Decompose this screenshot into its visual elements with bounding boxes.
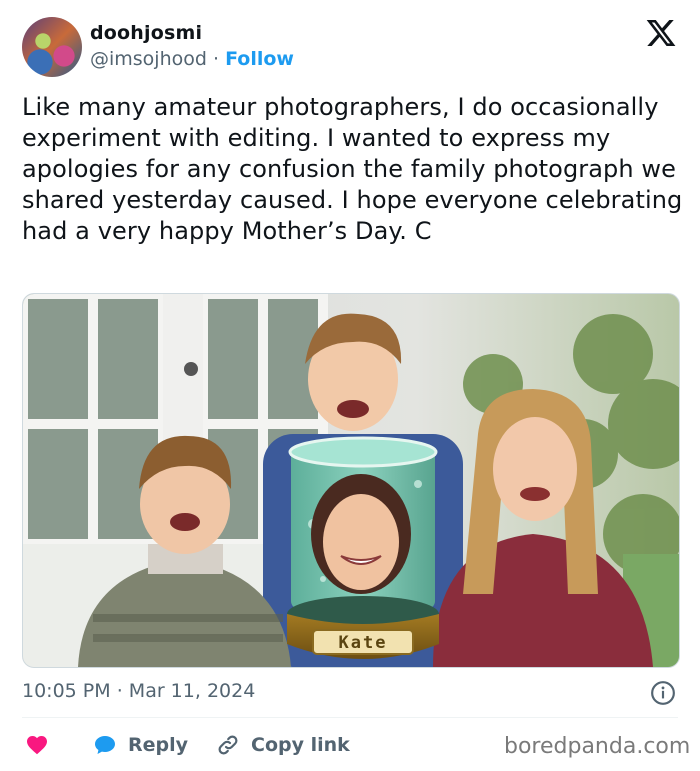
tweet-timestamp[interactable]: 10:05 PM · Mar 11, 2024 xyxy=(22,680,255,702)
tweet-text: Like many amateur photographers, I do oc… xyxy=(22,93,683,245)
link-icon xyxy=(218,735,238,755)
author-handle-row: @imsojhood · Follow xyxy=(90,48,294,70)
date-separator: · xyxy=(116,680,123,702)
tweet-date: Mar 11, 2024 xyxy=(128,680,256,702)
info-icon[interactable] xyxy=(650,680,676,706)
reply-label: Reply xyxy=(128,734,189,756)
actions-divider xyxy=(22,717,678,718)
like-button[interactable] xyxy=(24,728,60,762)
reply-button[interactable]: Reply xyxy=(92,728,188,762)
x-logo-icon[interactable] xyxy=(644,17,678,49)
tweet-time: 10:05 PM xyxy=(22,680,111,702)
heart-icon xyxy=(27,736,47,755)
follow-button[interactable]: Follow xyxy=(225,48,294,70)
handle-separator: · xyxy=(213,48,220,70)
author-display-name[interactable]: doohjosmi xyxy=(90,22,202,44)
family-photo-image: Kate xyxy=(23,294,679,667)
source-watermark: boredpanda.com xyxy=(504,734,691,759)
copy-link-button[interactable]: Copy link xyxy=(215,728,350,762)
jar-label: Kate xyxy=(339,633,388,653)
author-handle[interactable]: @imsojhood xyxy=(90,48,207,70)
reply-bubble-icon xyxy=(95,736,115,754)
tweet-card: doohjosmi @imsojhood · Follow Like many … xyxy=(0,0,700,771)
tweet-photo[interactable]: Kate xyxy=(22,293,680,668)
copy-link-label: Copy link xyxy=(251,734,350,756)
author-avatar[interactable] xyxy=(22,17,82,77)
